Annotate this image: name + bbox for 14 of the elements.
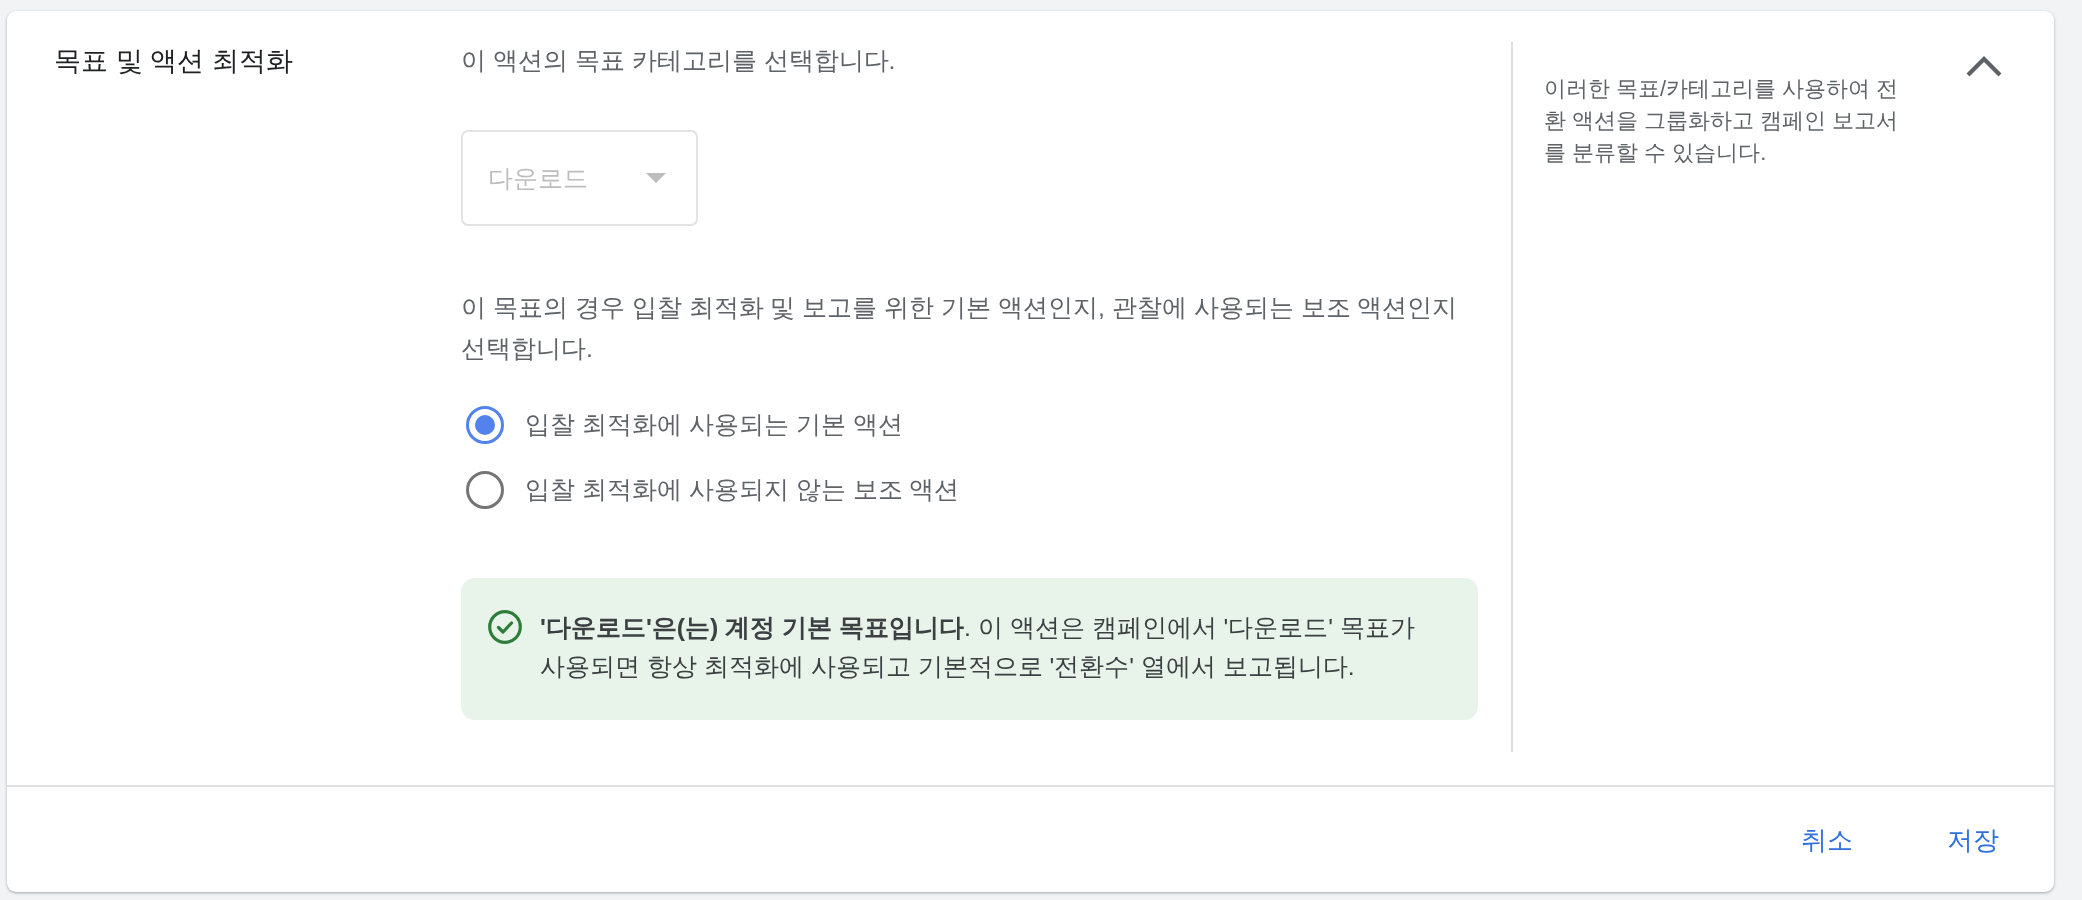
action-type-prompt: 이 목표의 경우 입찰 최적화 및 보고를 위한 기본 액션인지, 관찰에 사용되는 보조 액션인지 선택합니다. (461, 293, 1459, 364)
radio-label[interactable]: 입찰 최적화에 사용되지 않는 보조 액션 (525, 473, 960, 507)
save-button[interactable]: 저장 (1923, 812, 2023, 867)
alert-text: '다운로드'은(는) 계정 기본 목표입니다. 이 액션은 캠페인에서 '다운로드' 목표가 사용되면 항상 최적화에 사용되고 기본적으로 '전환수' 열에서 보고됩니다. (540, 613, 1416, 682)
check-circle-icon (488, 610, 522, 644)
caret-icon (646, 173, 666, 183)
help-text: 이러한 목표/카테고리를 사용하여 전환 액션을 그룹화하고 캠페인 보고서를 분류할 수 있습니다. (1544, 75, 1900, 167)
radio-label[interactable]: 입찰 최적화에 사용되는 기본 액션 (525, 408, 903, 442)
cancel-button[interactable]: 취소 (1777, 812, 1877, 867)
radio-button[interactable] (466, 406, 504, 444)
category-prompt: 이 액션의 목표 카테고리를 선택합니다. (461, 46, 897, 76)
radio-button[interactable] (466, 471, 504, 509)
chevron-up-icon (1966, 55, 2002, 77)
section-title: 목표 및 액션 최적화 (54, 45, 294, 78)
